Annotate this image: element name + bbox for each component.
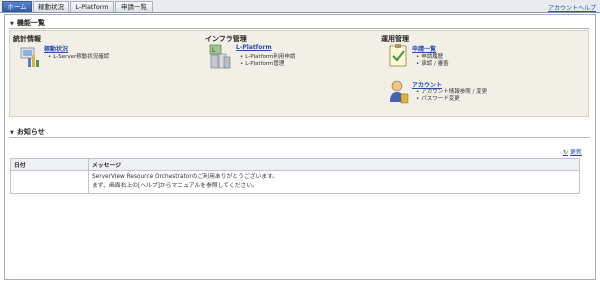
tab-requests[interactable]: 申請一覧 [115,1,153,12]
server-icon: L [209,44,231,69]
refresh-label: 更新 [569,149,582,156]
top-nav-bar: ホーム 稼動状況 L-Platform 申請一覧 アカウント ヘルプ [0,0,600,13]
account-link[interactable]: アカウント [548,3,578,12]
news-date [10,170,89,194]
divider [9,28,590,29]
stats-category-title: 統計情報 [13,35,41,43]
l-platform-link[interactable]: L-Platform [236,44,272,51]
divider [9,137,590,138]
checklist-icon [389,44,407,67]
infra-category-title: インフラ管理 [205,35,247,43]
news-message-line: ServerView Resource Orchestratorのご利用ありがと… [92,174,279,180]
ops-category-title: 運用管理 [381,35,409,43]
refresh-icon: ↻ [562,149,568,156]
ops-bullet: 承認 / 審査 [416,59,448,67]
collapse-arrow-icon: ▼ [10,130,14,136]
refresh-link[interactable]: ↻ 更新 [563,147,582,156]
news-message: ServerView Resource Orchestratorのご利用ありがと… [88,170,580,194]
news-table: 日付 メッセージ ServerView Resource Orchestrato… [10,158,580,194]
news-section-title[interactable]: ▼ お知らせ [10,127,45,137]
table-row: ServerView Resource Orchestratorのご利用ありがと… [10,170,580,194]
chart-icon [20,47,39,67]
date-column-header: 日付 [10,158,89,171]
collapse-arrow-icon: ▼ [10,21,14,27]
message-column-header: メッセージ [88,158,580,171]
news-message-line: まず、画面右上の[ヘルプ]からマニュアルを参照してください。 [92,183,258,189]
functions-section-title[interactable]: ▼ 機能一覧 [10,18,45,28]
help-link[interactable]: ヘルプ [578,3,596,12]
infra-bullet: L-Platform管理 [240,59,284,67]
tab-l-platform[interactable]: L-Platform [70,1,114,12]
tab-status[interactable]: 稼動状況 [33,1,69,12]
stats-bullet: L-Server稼動状況確認 [48,52,109,60]
functions-title: 機能一覧 [16,19,45,27]
account-icon [390,80,409,104]
news-title: お知らせ [16,128,45,136]
functions-panel [9,30,589,117]
tab-home[interactable]: ホーム [2,1,32,12]
account-bullet: パスワード変更 [416,94,460,102]
table-header-row: 日付 メッセージ [10,158,580,171]
